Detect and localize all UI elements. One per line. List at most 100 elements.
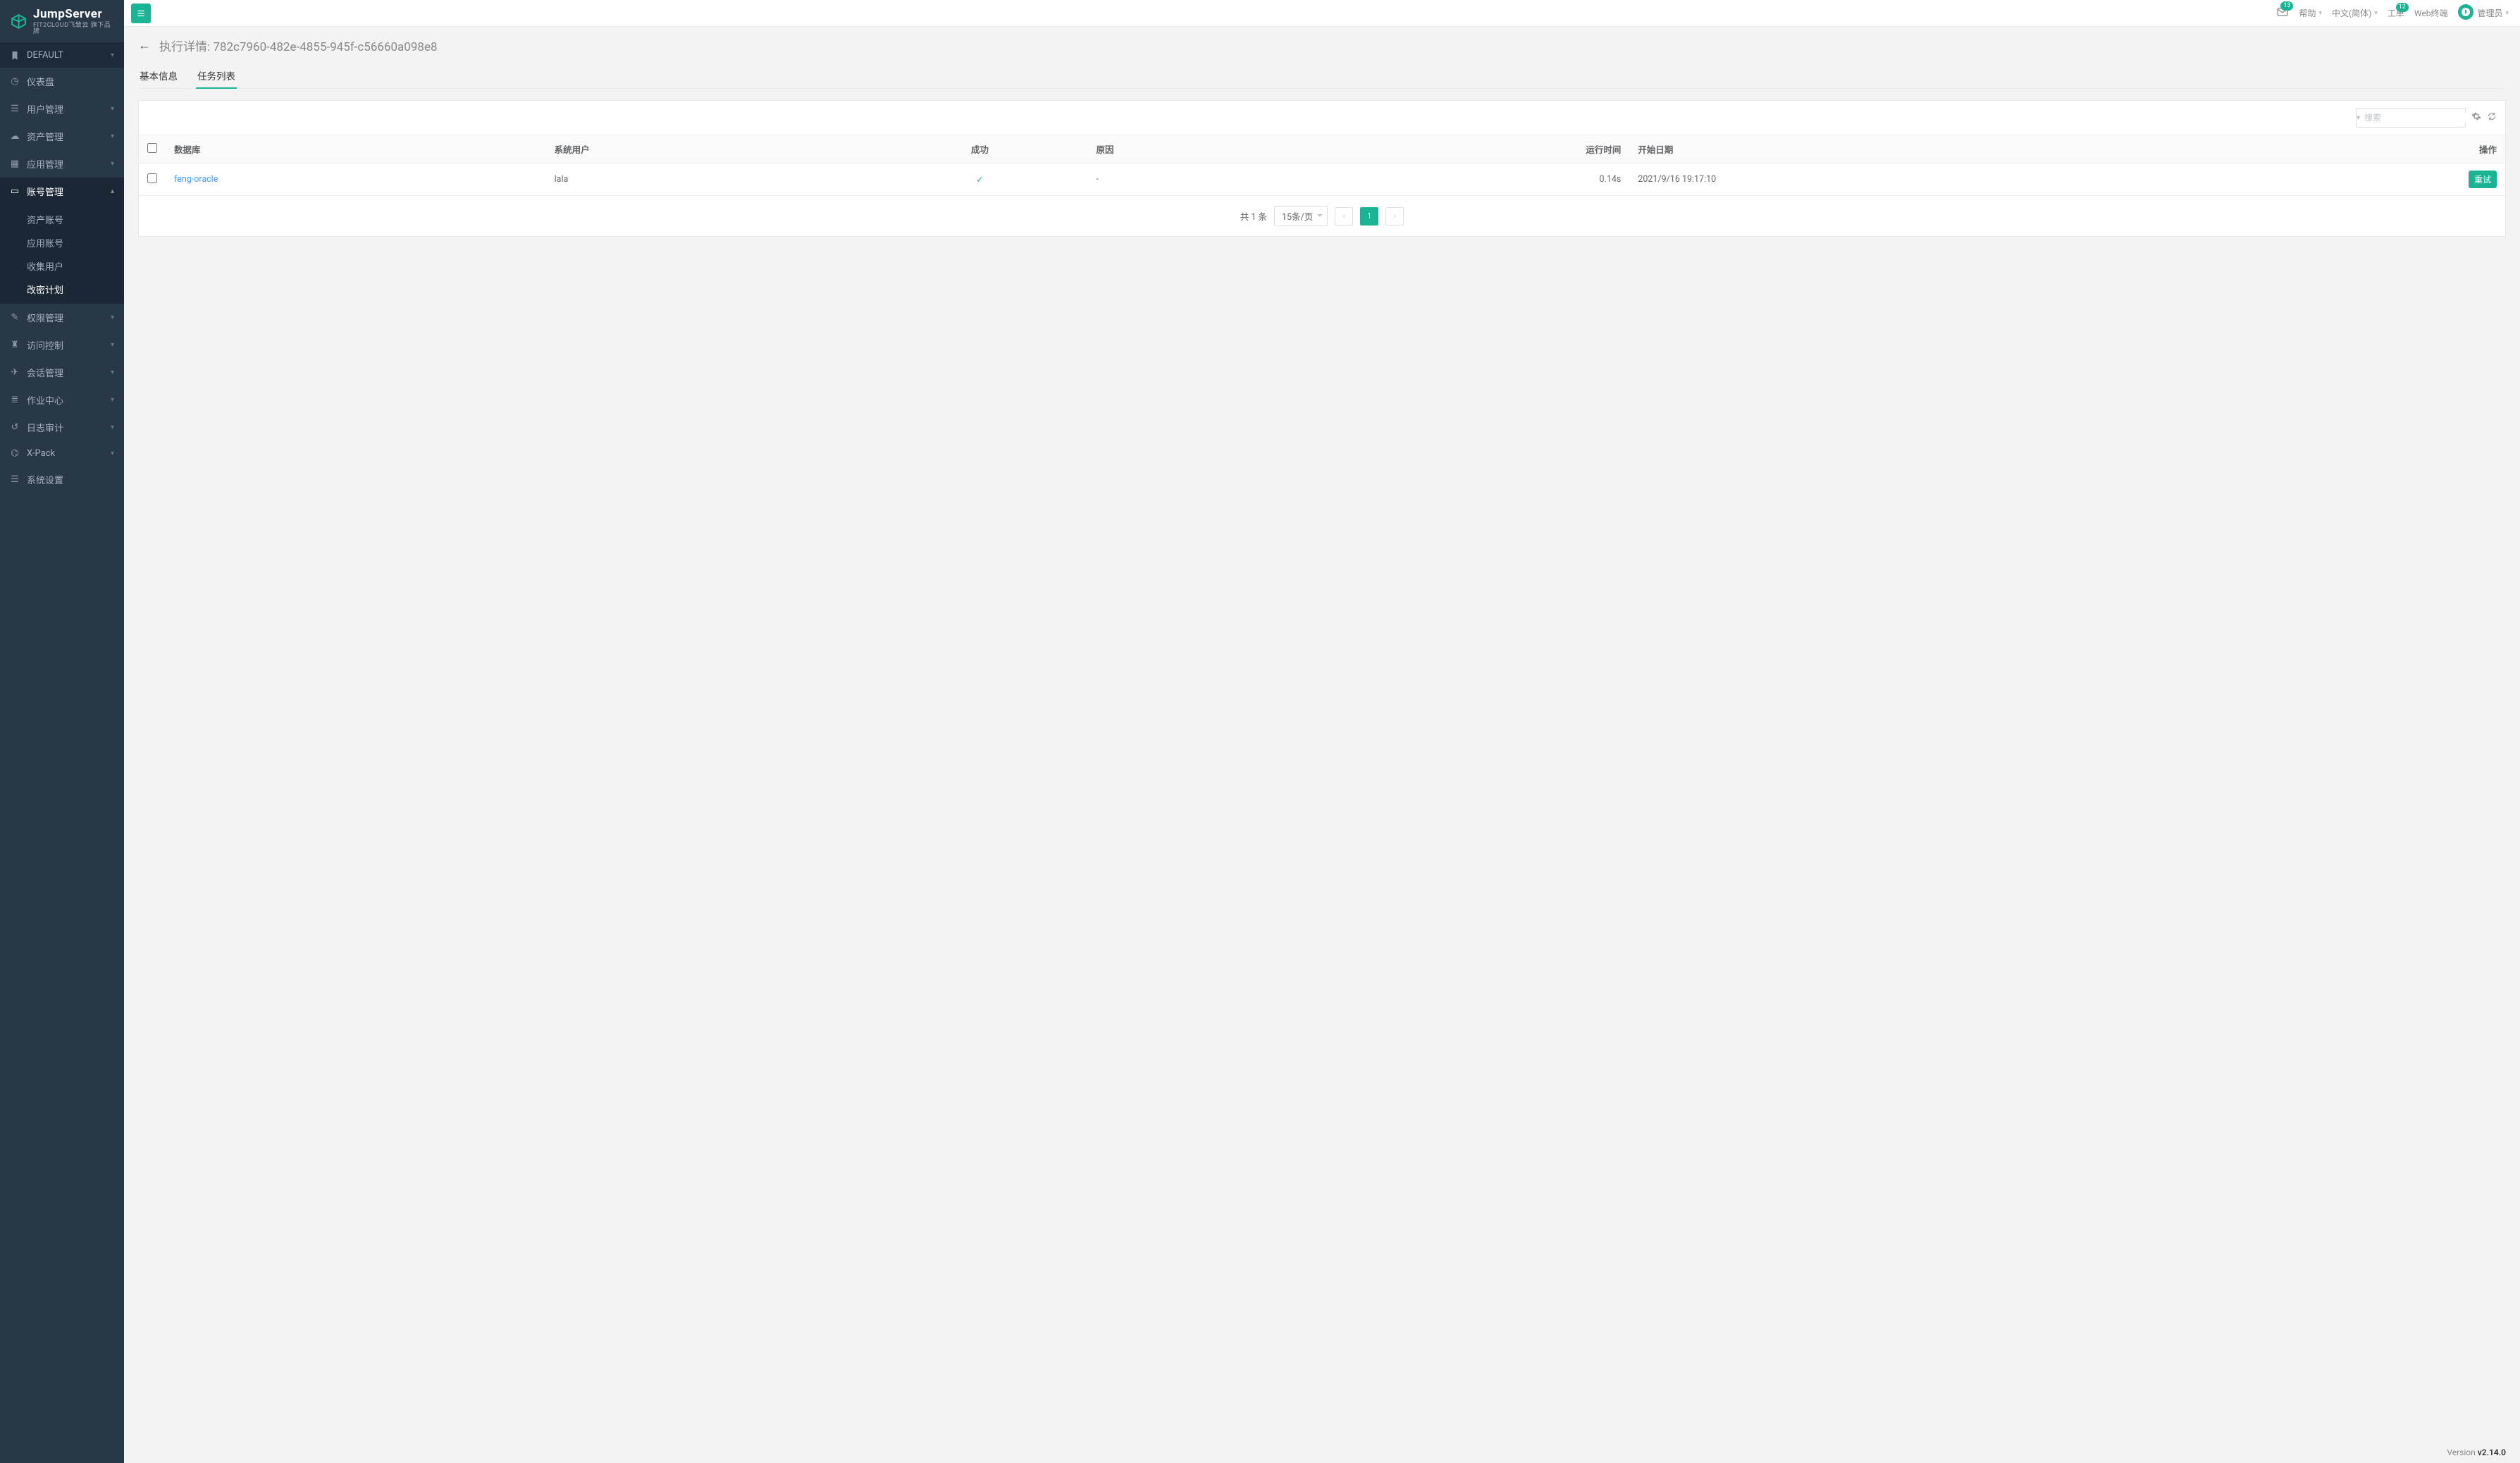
task-list-card: ▾ 数据库 系统用户 <box>138 100 2506 237</box>
sidebar-item-acl[interactable]: ♜ 访问控制 ▾ <box>0 331 124 359</box>
page-header: ← 执行详情: 782c7960-482e-4855-945f-c56660a0… <box>124 27 2520 89</box>
footer: Version v2.14.0 <box>124 1442 2520 1463</box>
submenu-app-account[interactable]: 应用账号 <box>0 231 124 254</box>
version-text: v2.14.0 <box>2478 1447 2506 1457</box>
sidebar-item-users[interactable]: ☰ 用户管理 ▾ <box>0 95 124 123</box>
edit-icon: ✎ <box>10 313 20 323</box>
logo-icon <box>10 13 27 31</box>
ticket-badge: 12 <box>2396 3 2409 12</box>
submenu-asset-account[interactable]: 资产账号 <box>0 208 124 231</box>
users-icon: ☰ <box>10 104 20 114</box>
database-link[interactable]: feng-oracle <box>174 174 218 185</box>
sidebar-item-settings[interactable]: ☰ 系统设置 <box>0 466 124 493</box>
user-menu[interactable]: 管理员 ▾ <box>2457 4 2509 23</box>
apps-icon: ▦ <box>10 159 20 169</box>
check-icon: ✓ <box>976 175 983 185</box>
submenu-gather-user[interactable]: 收集用户 <box>0 254 124 278</box>
cell-reason: - <box>1087 163 1303 196</box>
page-number-button[interactable]: 1 <box>1360 207 1378 226</box>
col-runtime: 运行时间 <box>1304 135 1630 163</box>
retry-button[interactable]: 重试 <box>2469 171 2497 188</box>
mail-button[interactable]: 13 <box>2276 6 2289 20</box>
settings-button[interactable] <box>2471 111 2481 124</box>
sliders-icon: ☰ <box>10 475 20 485</box>
col-reason: 原因 <box>1087 135 1303 163</box>
sidebar-item-xpack[interactable]: ⌬ X-Pack ▾ <box>0 441 124 466</box>
search-input[interactable] <box>2360 113 2478 123</box>
account-submenu: 资产账号 应用账号 收集用户 改密计划 <box>0 205 124 304</box>
col-database: 数据库 <box>166 135 546 163</box>
cell-sysuser: lala <box>546 163 872 196</box>
fort-icon: ♜ <box>10 340 20 350</box>
table-toolbar: ▾ <box>139 101 2505 135</box>
history-icon: ↺ <box>10 423 20 433</box>
assets-icon: ☁ <box>10 132 20 142</box>
sidebar-item-dashboard[interactable]: ◷ 仪表盘 <box>0 68 124 95</box>
sidebar-item-assets[interactable]: ☁ 资产管理 ▾ <box>0 123 124 150</box>
chevron-down-icon: ▾ <box>2505 10 2509 17</box>
org-selector[interactable]: DEFAULT ▾ <box>0 42 124 68</box>
sidebar-item-audit[interactable]: ↺ 日志审计 ▾ <box>0 414 124 441</box>
org-label: DEFAULT <box>27 50 111 61</box>
sidebar-item-perms[interactable]: ✎ 权限管理 ▾ <box>0 304 124 331</box>
pagination: 共 1 条 15条/页 ‹ 1 › <box>139 196 2505 236</box>
page-size-select[interactable]: 15条/页 <box>1274 206 1328 226</box>
chevron-down-icon: ▾ <box>111 314 114 321</box>
col-action: 操作 <box>2223 135 2505 163</box>
chevron-down-icon: ▾ <box>111 105 114 113</box>
ticket-button[interactable]: 工单 12 <box>2388 7 2404 19</box>
id-card-icon: ▭ <box>10 187 20 197</box>
brand-subtitle: FIT2CLOUD飞致云 旗下品牌 <box>33 23 114 35</box>
main: 13 帮助 ▾ 中文(简体) ▾ 工单 12 Web终端 管理员 <box>124 0 2520 1463</box>
page-title: 执行详情: 782c7960-482e-4855-945f-c56660a098… <box>159 37 438 54</box>
chevron-up-icon: ▴ <box>111 187 114 195</box>
help-dropdown[interactable]: 帮助 ▾ <box>2299 7 2322 19</box>
stack-icon: ≣ <box>10 395 20 405</box>
back-button[interactable]: ← <box>138 38 151 53</box>
mail-badge: 13 <box>2280 1 2293 11</box>
chevron-down-icon: ▾ <box>111 396 114 404</box>
sidebar-item-sessions[interactable]: ✈ 会话管理 ▾ <box>0 359 124 386</box>
language-dropdown[interactable]: 中文(简体) ▾ <box>2332 7 2378 19</box>
table-row: feng-oracle lala ✓ - 0.14s 2021/9/16 19:… <box>139 163 2505 196</box>
chevron-down-icon: ▾ <box>111 51 114 59</box>
cell-runtime: 0.14s <box>1304 163 1630 196</box>
chevron-down-icon: ▾ <box>111 160 114 168</box>
tab-task-list[interactable]: 任务列表 <box>196 63 237 88</box>
send-icon: ✈ <box>10 368 20 378</box>
task-table: 数据库 系统用户 成功 原因 运行时间 开始日期 操作 feng-oracle <box>139 135 2505 196</box>
chart-icon: ⌬ <box>10 449 20 459</box>
submenu-change-plan[interactable]: 改密计划 <box>0 278 124 301</box>
web-terminal-link[interactable]: Web终端 <box>2414 7 2448 19</box>
pagination-total: 共 1 条 <box>1240 209 1267 223</box>
toggle-sidebar-button[interactable] <box>131 4 151 23</box>
row-checkbox[interactable] <box>147 173 157 183</box>
sidebar-item-accounts[interactable]: ▭ 账号管理 ▴ <box>0 178 124 205</box>
search-wrapper: ▾ <box>2356 108 2466 128</box>
col-success: 成功 <box>872 135 1087 163</box>
next-page-button[interactable]: › <box>1385 207 1404 226</box>
sidebar-item-apps[interactable]: ▦ 应用管理 ▾ <box>0 150 124 178</box>
chevron-down-icon: ▾ <box>111 424 114 431</box>
select-all-checkbox[interactable] <box>147 143 157 153</box>
sidebar-item-jobs[interactable]: ≣ 作业中心 ▾ <box>0 386 124 414</box>
tabs: 基本信息 任务列表 <box>138 63 2506 89</box>
topbar: 13 帮助 ▾ 中文(简体) ▾ 工单 12 Web终端 管理员 <box>124 0 2520 27</box>
brand-title: JumpServer <box>33 8 114 20</box>
bookmark-icon <box>10 51 20 61</box>
refresh-button[interactable] <box>2487 111 2497 124</box>
chevron-down-icon: ▾ <box>111 132 114 140</box>
content: ▾ 数据库 系统用户 <box>124 89 2520 1442</box>
cell-startdate: 2021/9/16 19:17:10 <box>1629 163 2223 196</box>
prev-page-button[interactable]: ‹ <box>1335 207 1353 226</box>
chevron-down-icon: ▾ <box>2374 10 2378 17</box>
col-startdate: 开始日期 <box>1629 135 2223 163</box>
dashboard-icon: ◷ <box>10 77 20 87</box>
chevron-down-icon: ▾ <box>111 341 114 349</box>
chevron-down-icon: ▾ <box>2319 10 2323 17</box>
chevron-down-icon: ▾ <box>111 450 114 457</box>
brand-logo[interactable]: JumpServer FIT2CLOUD飞致云 旗下品牌 <box>0 0 124 42</box>
chevron-down-icon: ▾ <box>111 369 114 376</box>
tab-basic-info[interactable]: 基本信息 <box>138 63 179 88</box>
avatar-icon <box>2457 4 2474 23</box>
